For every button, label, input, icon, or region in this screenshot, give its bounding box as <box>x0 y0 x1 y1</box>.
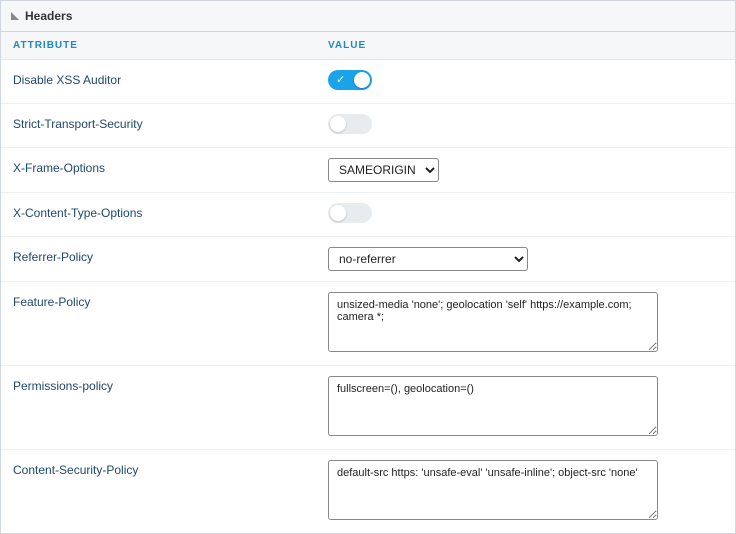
label-referrer: Referrer-Policy <box>13 247 328 264</box>
collapse-triangle-icon <box>11 12 19 20</box>
label-xframe: X-Frame-Options <box>13 158 328 175</box>
toggle-hsts[interactable]: ✓ <box>328 114 372 134</box>
label-permissions: Permissions-policy <box>13 376 328 393</box>
row-disable-xss: Disable XSS Auditor ✓ <box>1 60 735 104</box>
row-feature: Feature-Policy <box>1 282 735 366</box>
label-csp: Content-Security-Policy <box>13 460 328 477</box>
column-headers: ATTRIBUTE VALUE <box>1 32 735 60</box>
panel-title: Headers <box>25 9 72 23</box>
column-header-attribute: ATTRIBUTE <box>13 40 328 51</box>
label-disable-xss: Disable XSS Auditor <box>13 70 328 87</box>
toggle-xcontenttype[interactable]: ✓ <box>328 203 372 223</box>
toggle-knob <box>354 72 370 88</box>
headers-panel: Headers ATTRIBUTE VALUE Disable XSS Audi… <box>0 0 736 534</box>
label-xcontenttype: X-Content-Type-Options <box>13 203 328 220</box>
select-xframe[interactable]: SAMEORIGIN <box>328 158 439 182</box>
toggle-knob <box>330 205 346 221</box>
select-referrer[interactable]: no-referrer <box>328 247 528 271</box>
check-icon: ✓ <box>336 73 345 86</box>
panel-header[interactable]: Headers <box>1 1 735 32</box>
row-csp: Content-Security-Policy <box>1 450 735 533</box>
toggle-knob <box>330 116 346 132</box>
row-xcontenttype: X-Content-Type-Options ✓ <box>1 193 735 237</box>
row-hsts: Strict-Transport-Security ✓ <box>1 104 735 148</box>
row-permissions: Permissions-policy <box>1 366 735 450</box>
textarea-csp[interactable] <box>328 460 658 520</box>
row-xframe: X-Frame-Options SAMEORIGIN <box>1 148 735 193</box>
column-header-value: VALUE <box>328 40 723 51</box>
textarea-feature[interactable] <box>328 292 658 352</box>
label-hsts: Strict-Transport-Security <box>13 114 328 131</box>
label-feature: Feature-Policy <box>13 292 328 309</box>
textarea-permissions[interactable] <box>328 376 658 436</box>
toggle-disable-xss[interactable]: ✓ <box>328 70 372 90</box>
row-referrer: Referrer-Policy no-referrer <box>1 237 735 282</box>
